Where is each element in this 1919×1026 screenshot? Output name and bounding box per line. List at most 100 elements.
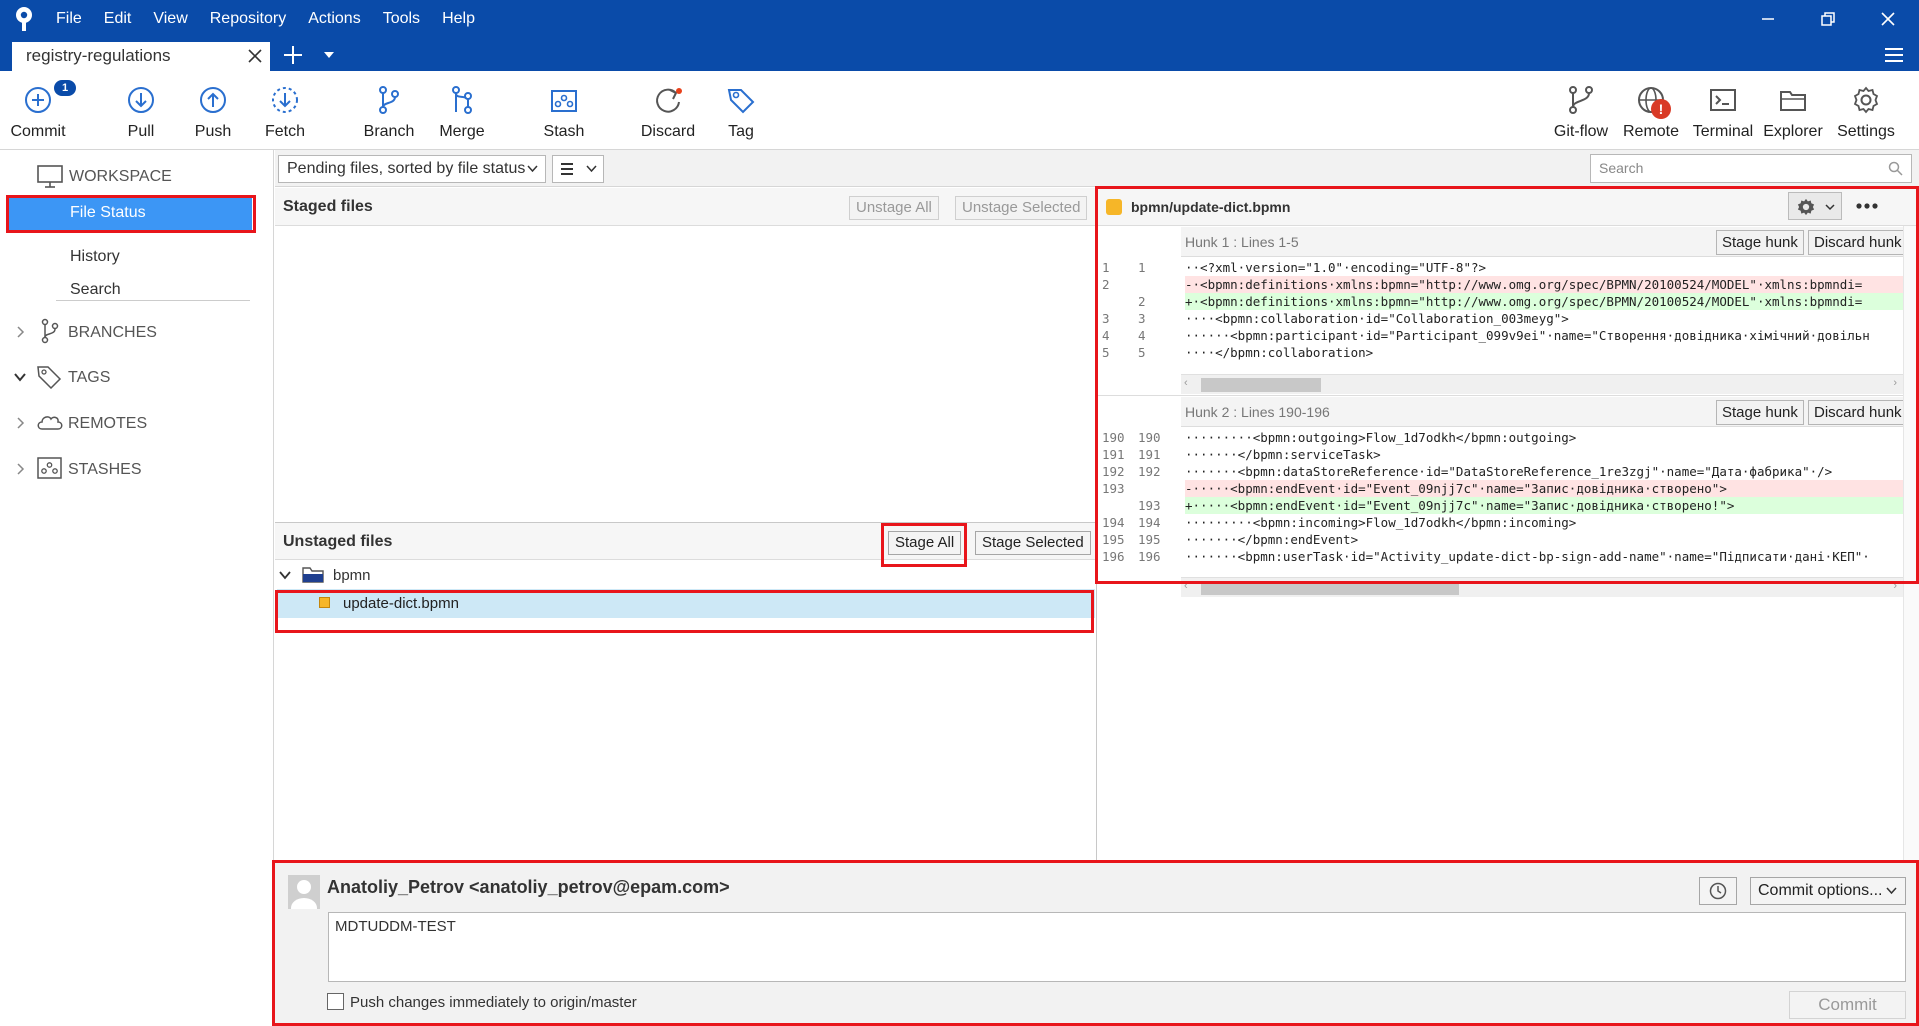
menu-edit[interactable]: Edit [104,10,132,28]
hunk-1-stage-button[interactable]: Stage hunk [1716,230,1804,255]
sidebar-item-history[interactable]: History [0,244,274,270]
commit-history-button[interactable] [1699,877,1737,905]
repository-tab[interactable]: registry-regulations [12,42,270,71]
diff-line[interactable]: 5 5 ····</bpmn:collaboration> [1098,344,1903,361]
hunk-2-stage-button[interactable]: Stage hunk [1716,400,1804,425]
unstage-all-button[interactable]: Unstage All [849,196,939,220]
diff-line[interactable]: 191 191 ·······</bpmn:serviceTask> [1098,446,1903,463]
diff-vertical-scrollbar[interactable] [1903,226,1919,860]
new-line-number: 2 [1138,294,1146,309]
hunk-1-discard-button[interactable]: Discard hunk [1808,230,1908,255]
folder-row-bpmn[interactable]: bpmn [275,561,1097,589]
diff-line[interactable]: 2 +·<bpmn:definitions·xmlns:bpmn="http://… [1098,293,1903,310]
sort-dropdown[interactable]: Pending files, sorted by file status [278,155,546,183]
close-icon [1881,12,1895,26]
diff-line[interactable]: 4 4 ······<bpmn:participant·id="Participan… [1098,327,1903,344]
discard-button[interactable]: Discard [640,71,696,150]
commit-tool-button[interactable]: 1 Commit [8,71,76,150]
sidebar-section-remotes[interactable]: REMOTES [0,409,274,437]
diff-line[interactable]: 196 196 ·······<bpmn:userTask·id="Activity… [1098,548,1903,565]
diff-line[interactable]: 194 194 ·········<bpmn:incoming>Flow_1d7od… [1098,514,1903,531]
more-options-icon[interactable] [1855,199,1879,213]
sidebar-branches-label: BRANCHES [68,324,157,341]
search-placeholder: Search [1599,160,1644,176]
sidebar-section-stashes[interactable]: STASHES [0,455,274,483]
hamburger-menu-icon[interactable] [1884,46,1904,64]
new-line-number: 4 [1138,328,1146,343]
stage-all-button[interactable]: Stage All [888,531,962,555]
title-bar: File Edit View Repository Actions Tools … [0,0,1919,38]
view-mode-dropdown[interactable] [552,155,604,183]
diff-line[interactable]: 2 -·<bpmn:definitions·xmlns:bpmn="http://… [1098,276,1903,293]
commit-button[interactable]: Commit [1789,991,1906,1019]
settings-button[interactable]: Settings [1834,71,1898,150]
code-text: -·<bpmn:definitions·xmlns:bpmn="http://w… [1185,276,1903,293]
diff-line[interactable]: 193 +·····<bpmn:endEvent·id="Event_09njj7… [1098,497,1903,514]
diff-line[interactable]: 195 195 ·······</bpmn:endEvent> [1098,531,1903,548]
push-label: Push [194,123,232,140]
commit-message-input[interactable]: MDTUDDM-TEST [328,912,1906,982]
restore-button[interactable] [1798,0,1858,38]
sidebar-section-branches[interactable]: BRANCHES [0,318,274,346]
terminal-label: Terminal [1692,123,1754,140]
terminal-button[interactable]: Terminal [1692,71,1754,150]
merge-button[interactable]: Merge [436,71,488,150]
menu-file[interactable]: File [56,10,82,28]
pull-icon [128,87,154,113]
discard-label: Discard [640,123,696,140]
diff-header: bpmn/update-dict.bpmn [1098,188,1919,226]
sidebar-item-history-label: History [70,248,120,265]
new-line-number: 194 [1138,515,1161,530]
sidebar-section-tags[interactable]: TAGS [0,363,274,391]
filter-bar: Pending files, sorted by file status Sea… [275,150,1919,187]
push-icon [200,87,226,113]
menu-help[interactable]: Help [442,10,475,28]
tag-button[interactable]: Tag [720,71,762,150]
sidebar-item-file-status[interactable]: File Status [8,197,252,230]
diff-line[interactable]: 193 -·····<bpmn:endEvent·id="Event_09njj7… [1098,480,1903,497]
staged-files-list[interactable] [275,226,1097,522]
diff-line[interactable]: 1 1 ··<?xml·version="1.0"·encoding="UTF-8"… [1098,259,1903,276]
pull-button[interactable]: Pull [118,71,164,150]
unstage-selected-button[interactable]: Unstage Selected [955,196,1088,220]
minimize-button[interactable] [1738,0,1798,38]
menu-repository[interactable]: Repository [210,10,286,28]
old-line-number: 1 [1102,260,1110,275]
close-window-button[interactable] [1858,0,1918,38]
code-text: ·········<bpmn:outgoing>Flow_1d7odkh</bp… [1185,430,1577,445]
hunk-1-header: Hunk 1 : Lines 1-5 Stage hunk Discard hu… [1181,227,1908,257]
branch-button[interactable]: Branch [360,71,418,150]
gitflow-button[interactable]: Git-flow [1551,71,1611,150]
hunk-1-horizontal-scrollbar[interactable]: ‹ › [1181,374,1903,394]
hunk-2-horizontal-scrollbar[interactable]: ‹ › [1181,577,1903,597]
diff-line[interactable]: 192 192 ·······<bpmn:dataStoreReference·id… [1098,463,1903,480]
close-tab-icon[interactable] [246,47,264,65]
commit-icon [25,87,51,113]
folder-icon [302,567,324,583]
menu-view[interactable]: View [153,10,187,28]
fetch-button[interactable]: Fetch [262,71,308,150]
diff-line[interactable]: 190 190 ·········<bpmn:outgoing>Flow_1d7od… [1098,429,1903,446]
menu-tools[interactable]: Tools [383,10,420,28]
commit-options-dropdown[interactable]: Commit options... [1750,877,1906,905]
scrollbar-thumb[interactable] [1201,378,1321,392]
diff-line[interactable]: 3 3 ····<bpmn:collaboration·id="Collaborat… [1098,310,1903,327]
diff-options-button[interactable] [1788,192,1842,220]
file-row-update-dict[interactable]: update-dict.bpmn [277,589,1095,618]
explorer-button[interactable]: Explorer [1762,71,1824,150]
stage-selected-button[interactable]: Stage Selected [975,531,1091,555]
new-tab-icon[interactable] [282,44,304,66]
remote-button[interactable]: ! Remote [1623,71,1679,150]
merge-icon [452,86,472,114]
stash-button[interactable]: Stash [538,71,590,150]
hunk-2-discard-button[interactable]: Discard hunk [1808,400,1908,425]
tab-dropdown-icon[interactable] [322,50,336,60]
scrollbar-thumb[interactable] [1201,581,1459,595]
tab-bar: registry-regulations [0,38,1919,71]
code-text: ··<?xml·version="1.0"·encoding="UTF-8"?> [1185,260,1487,275]
menu-actions[interactable]: Actions [308,10,360,28]
push-button[interactable]: Push [190,71,236,150]
push-immediately-checkbox[interactable] [327,993,344,1010]
search-input[interactable]: Search [1590,154,1912,183]
old-line-number: 5 [1102,345,1110,360]
